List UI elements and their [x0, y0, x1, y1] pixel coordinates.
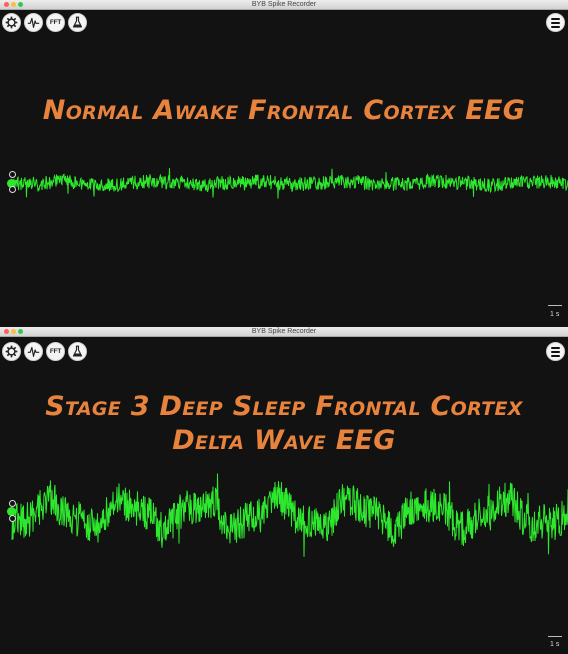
panel-headline: Normal Awake Frontal Cortex EEG [42, 95, 526, 126]
fft-label: FFT [49, 348, 62, 355]
menu-button[interactable] [546, 342, 565, 361]
hamburger-menu-icon [551, 18, 560, 20]
gear-icon [5, 345, 18, 358]
fft-button[interactable]: FFT [46, 342, 65, 361]
flask-icon [72, 16, 83, 28]
window-title: BYB Spike Recorder [251, 1, 317, 8]
timescale-label: 1 s [550, 311, 560, 318]
gear-icon [5, 16, 18, 29]
hamburger-menu-icon-bar [551, 355, 560, 357]
hamburger-menu-icon-bar [551, 26, 560, 28]
hamburger-menu-icon-bar [551, 351, 560, 353]
hamburger-menu-icon-bar [551, 22, 560, 24]
panel-headline-line2: Delta Wave EEG [172, 425, 396, 456]
settings-button[interactable] [2, 342, 21, 361]
title-bar: BYB Spike Recorder [0, 0, 568, 10]
analysis-button[interactable] [68, 342, 87, 361]
eeg-trace-deep-sleep [11, 473, 568, 557]
spike-waveform-icon [27, 17, 40, 28]
gain-down-control[interactable] [9, 186, 16, 193]
timescale-bar [548, 305, 562, 306]
eeg-trace-line [11, 168, 568, 199]
timescale-label: 1 s [550, 641, 560, 648]
recorder-window-awake: BYB Spike Recorder FFT Normal Awake Fron… [0, 0, 568, 327]
threshold-button[interactable] [24, 342, 43, 361]
recorder-window-deep-sleep: BYB Spike Recorder FFT Stage 3 Deep Slee… [0, 327, 568, 654]
gain-up-control[interactable] [9, 171, 16, 178]
eeg-trace-awake [11, 168, 568, 199]
gain-down-control[interactable] [9, 515, 16, 522]
fft-button[interactable]: FFT [46, 13, 65, 32]
spike-waveform-icon [27, 346, 40, 357]
menu-button[interactable] [546, 13, 565, 32]
analysis-button[interactable] [68, 13, 87, 32]
hamburger-menu-icon [551, 347, 560, 349]
title-bar: BYB Spike Recorder [0, 327, 568, 337]
flask-icon [72, 345, 83, 357]
gain-up-control[interactable] [9, 500, 16, 507]
panel-headline-line1: Stage 3 Deep Sleep Frontal Cortex [45, 391, 523, 422]
panel-headline: Stage 3 Deep Sleep Frontal Cortex Delta … [0, 390, 568, 458]
eeg-trace-line [11, 473, 568, 557]
settings-button[interactable] [2, 13, 21, 32]
window-title: BYB Spike Recorder [251, 328, 317, 335]
threshold-button[interactable] [24, 13, 43, 32]
fft-label: FFT [49, 19, 62, 26]
timescale-bar [548, 636, 562, 637]
